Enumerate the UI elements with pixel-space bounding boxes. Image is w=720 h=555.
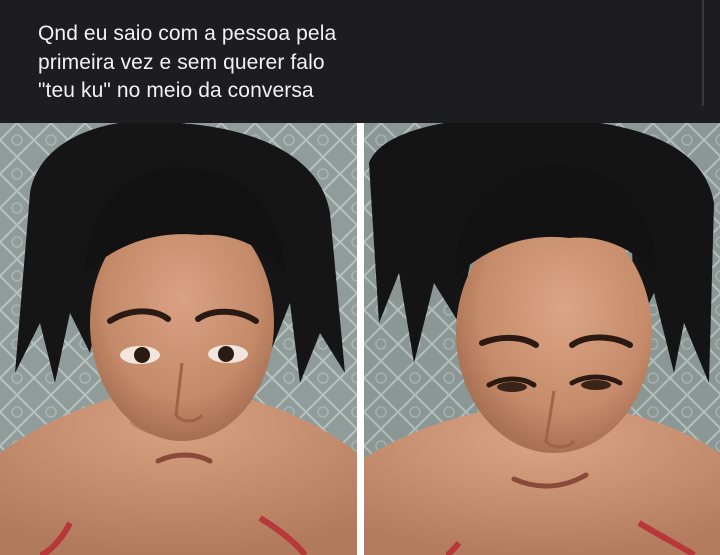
meme-post: Qnd eu saio com a pessoa pela primeira v… [0, 0, 720, 555]
meme-caption: Qnd eu saio com a pessoa pela primeira v… [38, 22, 337, 102]
photo-neutral-face-icon [0, 123, 357, 555]
panel-gap [357, 123, 364, 555]
photo-right-smirk [364, 123, 720, 555]
photo-smirking-face-icon [364, 123, 720, 555]
photo-left-neutral [0, 123, 357, 555]
scroll-divider [702, 0, 704, 106]
